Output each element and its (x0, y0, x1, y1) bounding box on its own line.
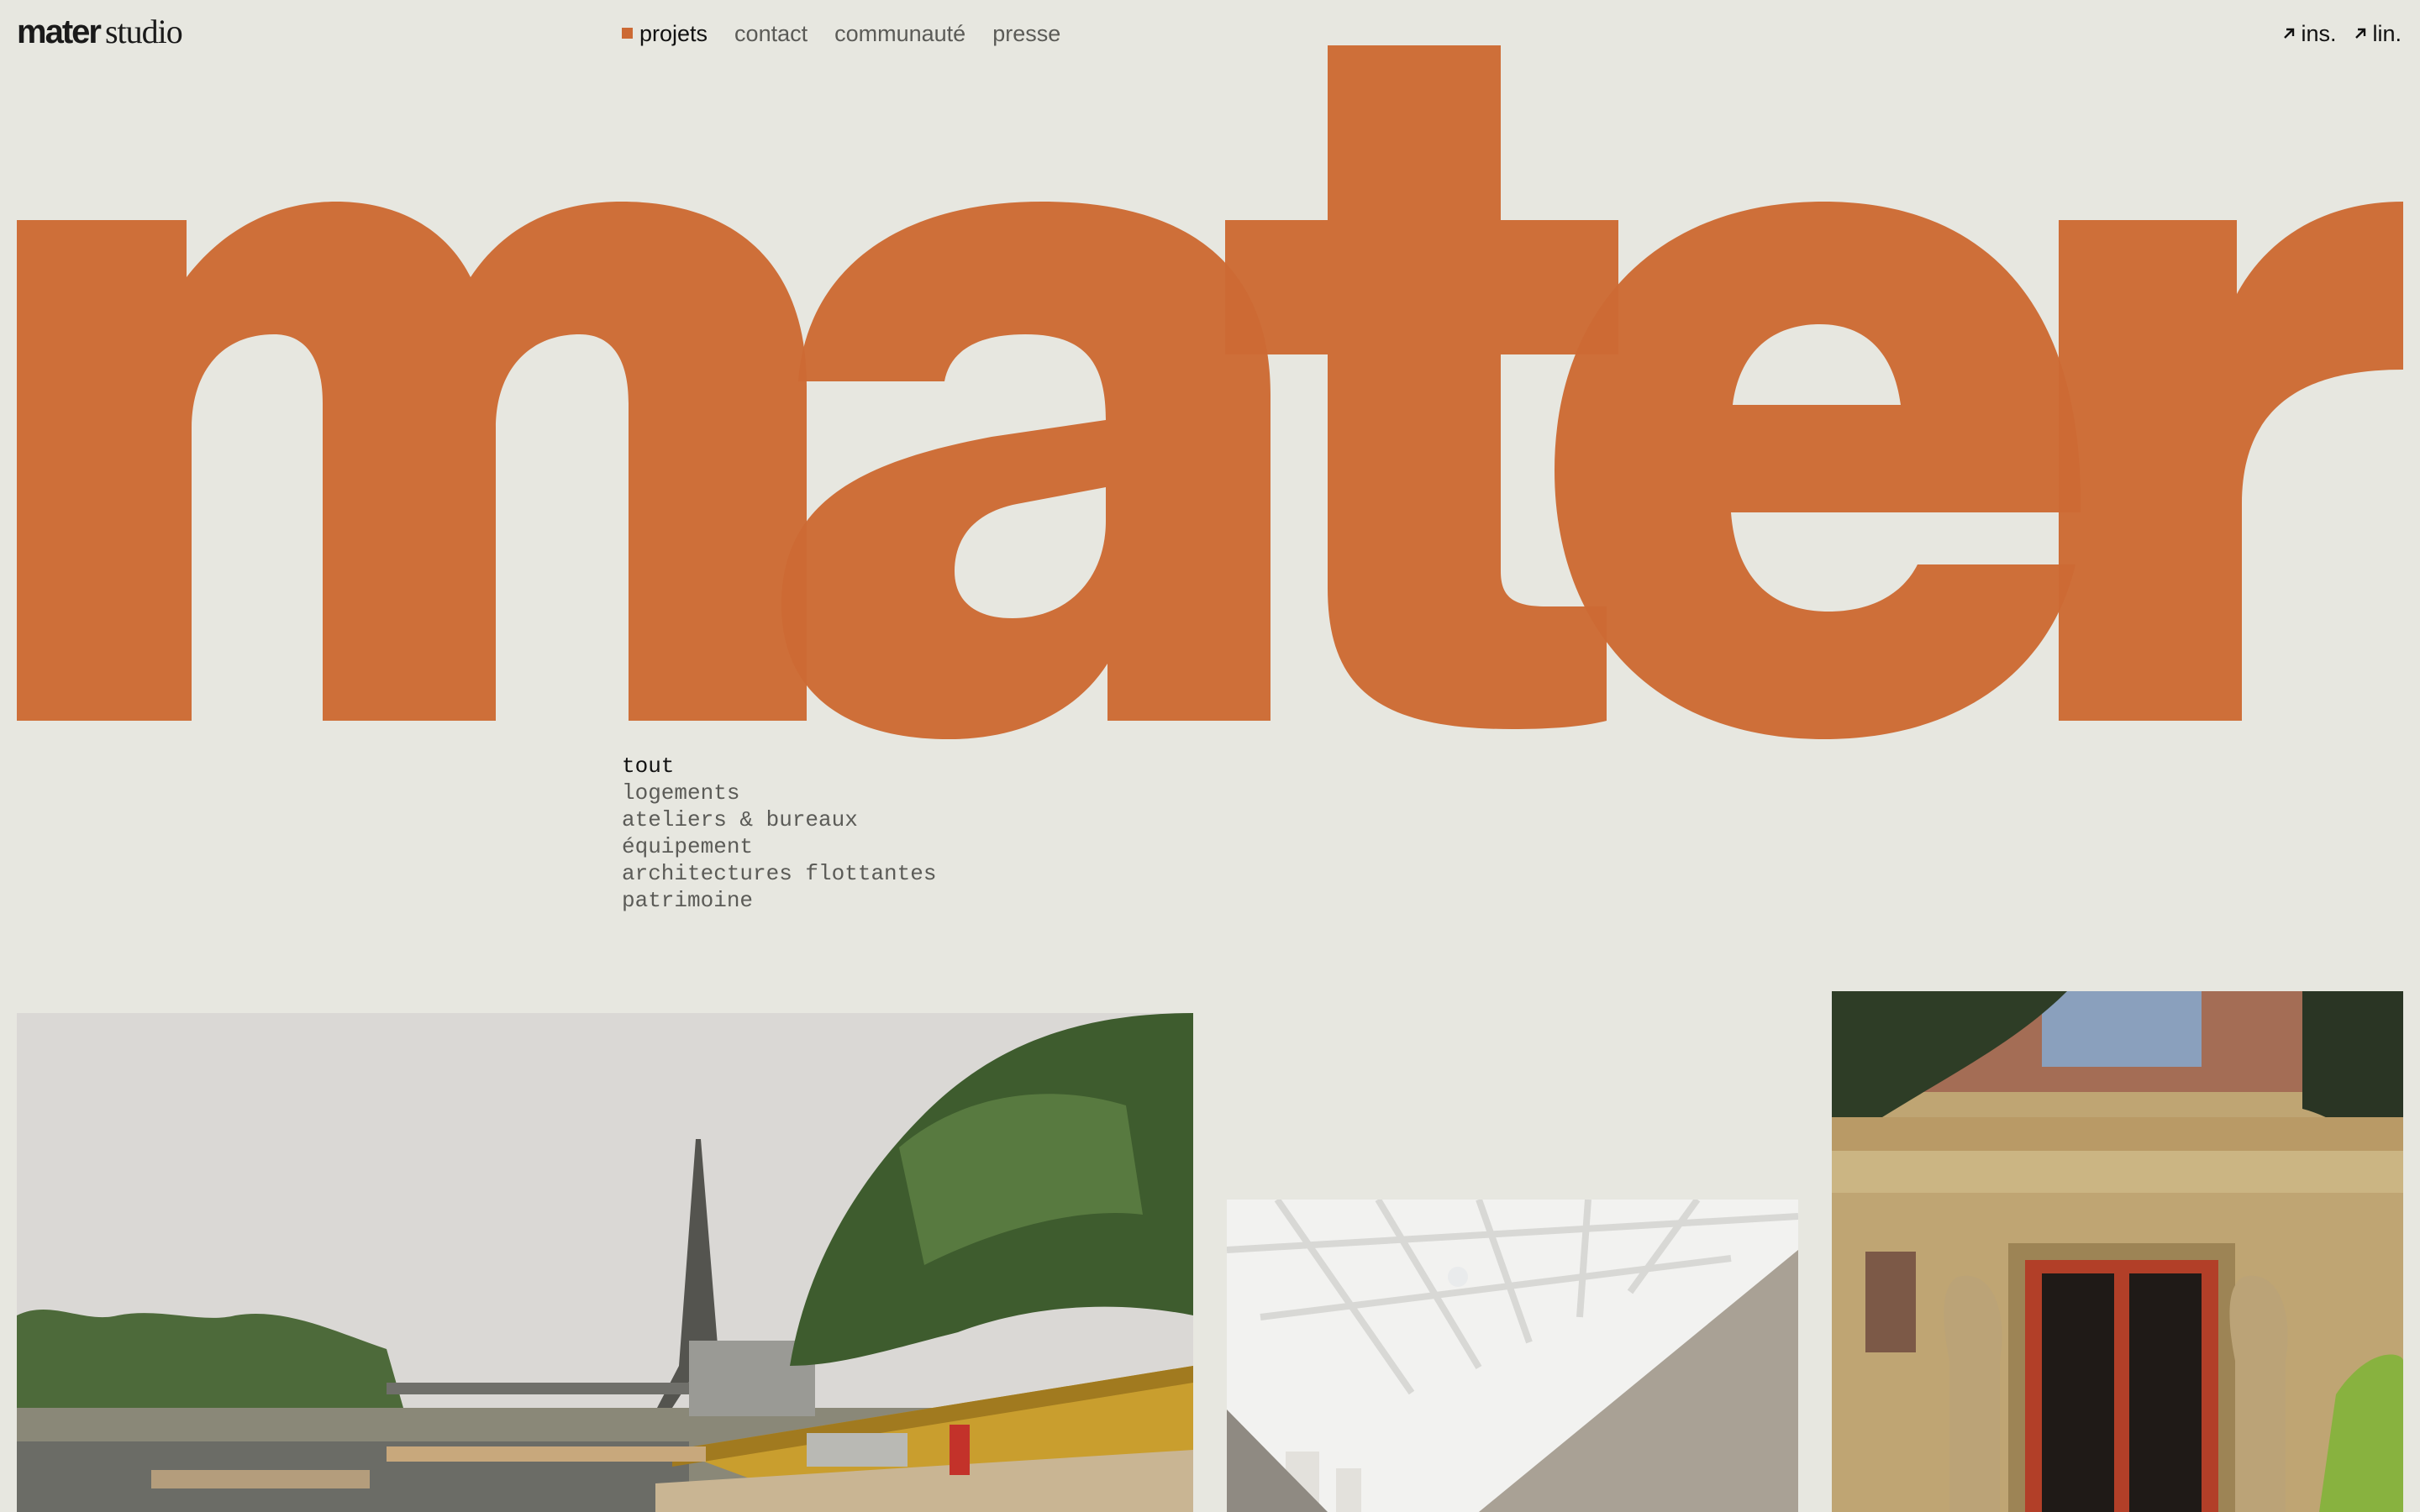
project-photo-seine[interactable] (17, 1013, 1193, 1512)
page: mater studio projets contact communauté p… (0, 0, 2420, 1512)
filter-tout[interactable]: tout (622, 753, 936, 780)
nav-item-presse[interactable]: presse (992, 18, 1060, 49)
hero-wordmark (17, 45, 2403, 739)
nav-item-communaute[interactable]: communauté (834, 18, 965, 49)
brand-name-light: studio (104, 13, 183, 50)
instagram-label: ins. (2301, 21, 2337, 46)
filter-ateliers-bureaux[interactable]: ateliers & bureaux (622, 806, 936, 833)
project-photo-heritage[interactable] (1832, 991, 2403, 1512)
main-nav: projets contact communauté presse (622, 18, 1060, 49)
instagram-link[interactable]: ins. (2281, 18, 2336, 49)
filter-equipement[interactable]: équipement (622, 833, 936, 860)
arrow-up-right-icon (2284, 28, 2295, 39)
social-links: ins. lin. (2281, 18, 2402, 49)
linkedin-link[interactable]: lin. (2353, 18, 2402, 49)
arrow-up-right-icon (2355, 28, 2366, 39)
filter-architectures-flottantes[interactable]: architectures flottantes (622, 860, 936, 887)
filter-patrimoine[interactable]: patrimoine (622, 887, 936, 914)
nav-item-contact[interactable]: contact (734, 18, 808, 49)
project-photo-skylight[interactable] (1227, 1200, 1798, 1512)
project-photo-skylight-image (1227, 1200, 1798, 1512)
brand-name-bold: mater (17, 13, 102, 50)
project-photo-heritage-image (1832, 991, 2403, 1512)
project-photo-seine-image (17, 1013, 1193, 1512)
nav-item-projets[interactable]: projets (622, 18, 708, 49)
active-square-icon (622, 28, 633, 39)
nav-item-label: projets (639, 21, 708, 46)
brand-logo[interactable]: mater studio (17, 12, 183, 52)
filter-logements[interactable]: logements (622, 780, 936, 806)
linkedin-label: lin. (2372, 21, 2402, 46)
project-filters: tout logements ateliers & bureaux équipe… (622, 753, 936, 914)
